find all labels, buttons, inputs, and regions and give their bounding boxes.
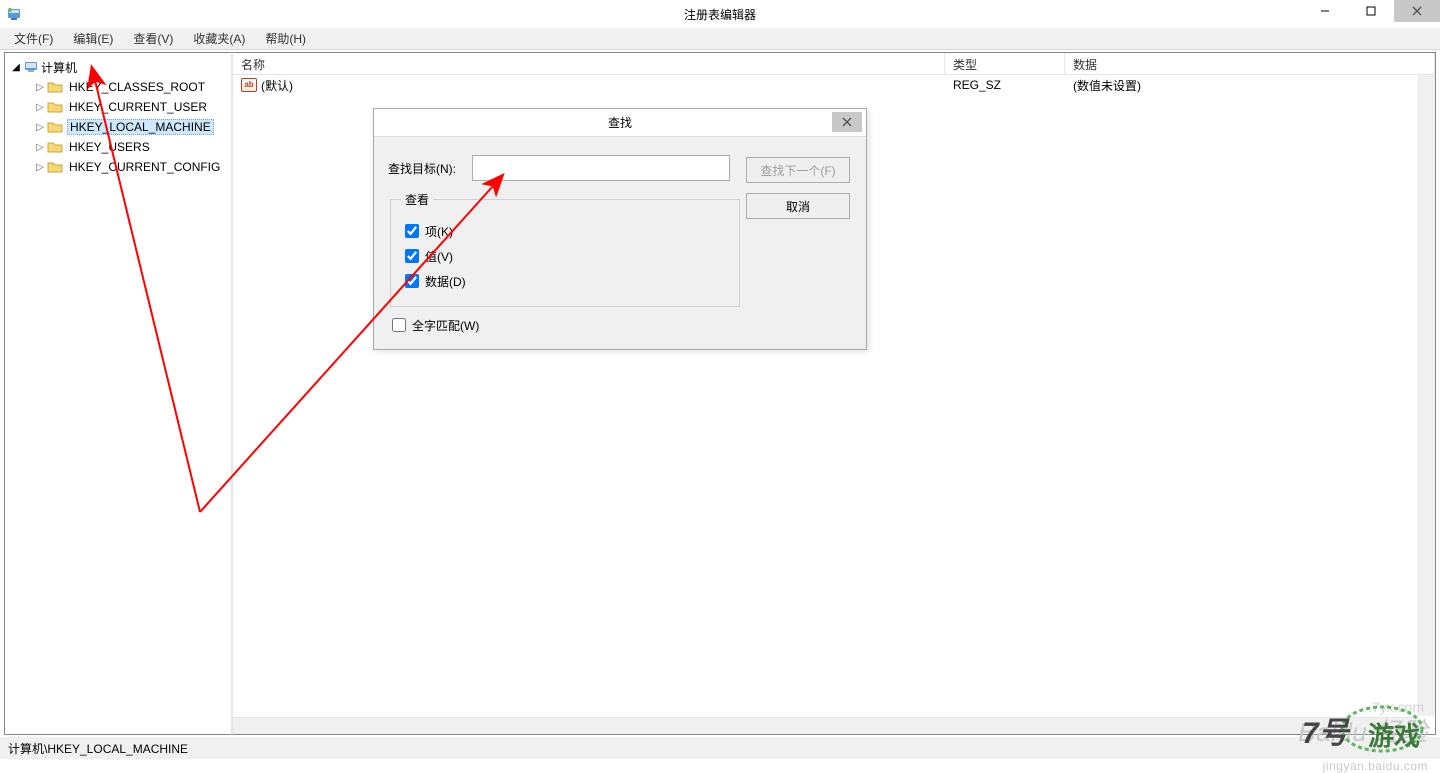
regedit-app-icon [6,6,22,22]
menu-file[interactable]: 文件(F) [4,28,63,49]
tree-item-label: HKEY_USERS [67,140,152,154]
tree-item-label: HKEY_CLASSES_ROOT [67,80,207,94]
list-row[interactable]: ab (默认) REG_SZ (数值未设置) [233,75,1435,95]
menu-fav[interactable]: 收藏夹(A) [183,28,255,49]
horizontal-scrollbar[interactable] [233,717,1418,734]
find-target-label: 查找目标(N): [388,160,472,177]
tree-item-hkcu[interactable]: ▷ HKEY_CURRENT_USER [9,97,231,117]
find-next-button[interactable]: 查找下一个(F) [746,157,850,183]
expand-icon[interactable]: ▷ [33,102,47,113]
close-button[interactable] [1394,0,1440,22]
menu-help[interactable]: 帮助(H) [255,28,316,49]
expand-icon[interactable]: ▷ [33,162,47,173]
chk-values[interactable] [405,249,419,263]
reg-string-icon: ab [241,78,257,92]
dialog-title: 查找 [608,114,632,131]
window-title: 注册表编辑器 [0,6,1440,23]
cancel-button[interactable]: 取消 [746,193,850,219]
expand-icon[interactable]: ◢ [9,62,23,73]
col-data[interactable]: 数据 [1065,53,1435,74]
tree-item-hklm[interactable]: ▷ HKEY_LOCAL_MACHINE [9,117,231,137]
value-data: (数值未设置) [1069,77,1431,94]
folder-icon [47,139,63,155]
look-at-group: 查看 项(K) 值(V) 数据(D) [390,191,740,307]
tree-item-label: HKEY_LOCAL_MACHINE [67,119,214,135]
value-name: (默认) [261,77,293,94]
folder-icon [47,99,63,115]
chk-whole-label: 全字匹配(W) [412,317,479,334]
expand-icon[interactable]: ▷ [33,142,47,153]
dialog-titlebar: 查找 [374,109,866,137]
chk-values-label: 值(V) [425,248,453,265]
folder-icon [47,159,63,175]
expand-icon[interactable]: ▷ [33,122,47,133]
chk-whole-word[interactable] [392,318,406,332]
col-type[interactable]: 类型 [945,53,1065,74]
tree-pane[interactable]: ◢ 计算机 ▷ HKEY_CLASSES_ROOT ▷ [4,52,232,735]
chk-data[interactable] [405,274,419,288]
find-target-input[interactable] [472,155,730,181]
dialog-close-button[interactable] [832,112,862,132]
tree-root[interactable]: ◢ 计算机 [9,57,231,77]
find-dialog: 查找 查找目标(N): 查看 项(K) 值(V) 数据(D) [373,108,867,350]
chk-keys-label: 项(K) [425,223,453,240]
menubar: 文件(F) 编辑(E) 查看(V) 收藏夹(A) 帮助(H) [0,28,1440,50]
list-header: 名称 类型 数据 [233,53,1435,75]
tree-item-hkcr[interactable]: ▷ HKEY_CLASSES_ROOT [9,77,231,97]
expand-icon[interactable]: ▷ [33,82,47,93]
chk-data-label: 数据(D) [425,273,466,290]
chk-keys[interactable] [405,224,419,238]
tree-item-hku[interactable]: ▷ HKEY_USERS [9,137,231,157]
col-name[interactable]: 名称 [233,53,945,74]
folder-icon [47,119,63,135]
tree-item-label: HKEY_CURRENT_CONFIG [67,160,222,174]
tree-item-hkcc[interactable]: ▷ HKEY_CURRENT_CONFIG [9,157,231,177]
folder-icon [47,79,63,95]
titlebar: 注册表编辑器 [0,0,1440,28]
look-at-legend: 查看 [401,191,433,208]
computer-icon [23,59,39,75]
minimize-button[interactable] [1302,0,1348,22]
value-type: REG_SZ [949,78,1069,92]
tree-item-label: HKEY_CURRENT_USER [67,100,209,114]
maximize-button[interactable] [1348,0,1394,22]
tree-root-label: 计算机 [39,59,79,76]
menu-edit[interactable]: 编辑(E) [63,28,123,49]
vertical-scrollbar[interactable] [1418,75,1435,716]
watermark-url: jingyan.baidu.com [1323,759,1428,773]
statusbar: 计算机\HKEY_LOCAL_MACHINE [0,737,1440,759]
menu-view[interactable]: 查看(V) [123,28,183,49]
